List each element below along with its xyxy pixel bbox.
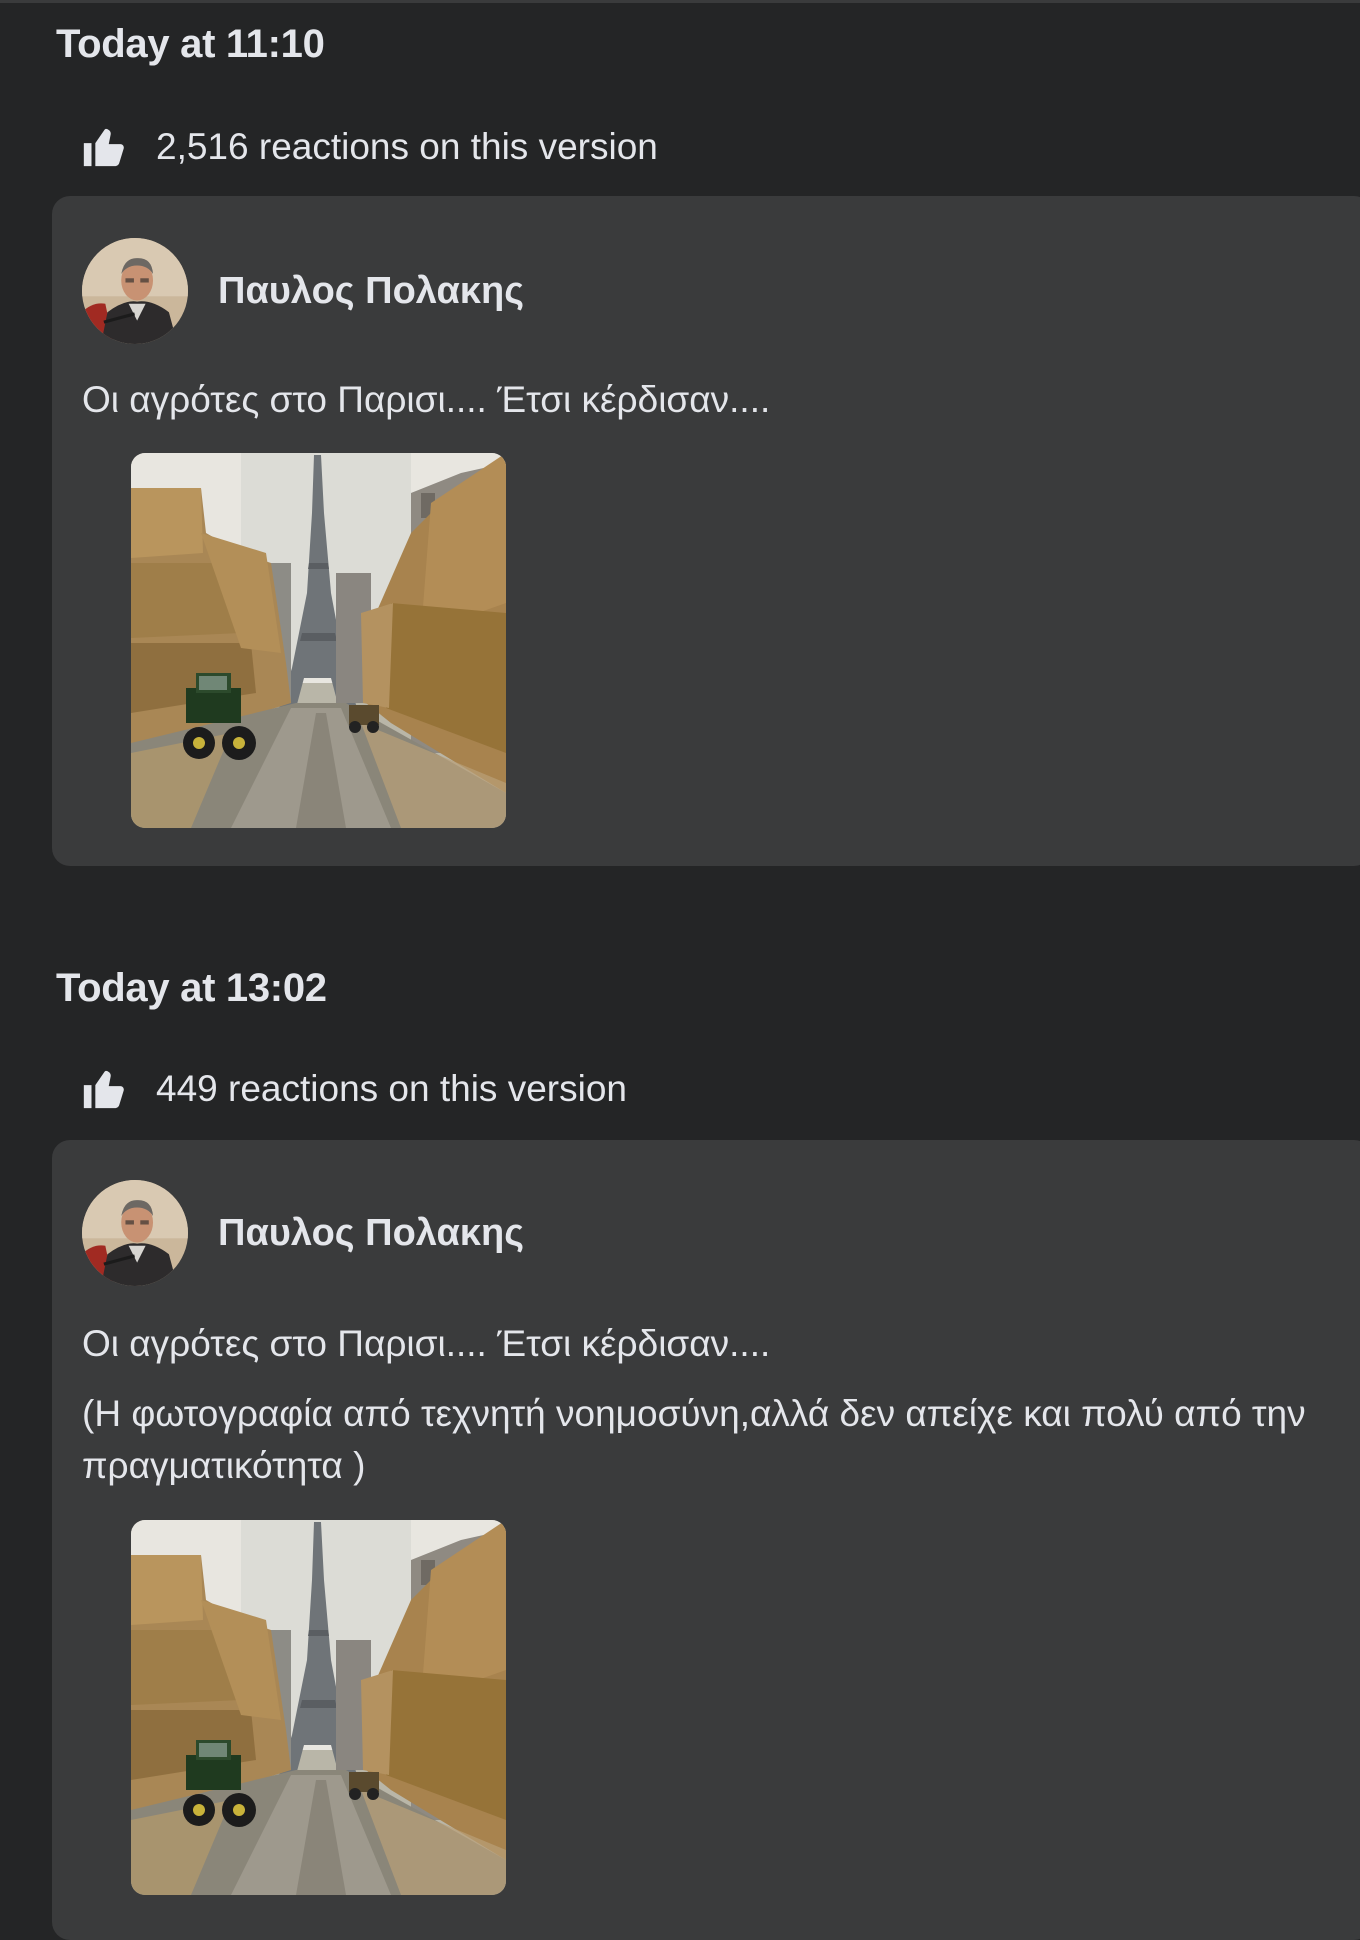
post-text-line: Οι αγρότες στο Παρισι.... Έτσι κέρδισαν.… — [82, 379, 771, 420]
post-text: Οι αγρότες στο Παρισι.... Έτσι κέρδισαν.… — [82, 374, 1322, 426]
post-text-line: Οι αγρότες στο Παρισι.... Έτσι κέρδισαν.… — [82, 1323, 771, 1364]
version-timestamp: Today at 13:02 — [56, 966, 327, 1010]
post-text-line: (Η φωτογραφία από τεχνητή νοημοσύνη,αλλά… — [82, 1393, 1306, 1486]
top-divider — [0, 0, 1360, 3]
avatar[interactable] — [82, 238, 188, 344]
reactions-summary[interactable]: 2,516 reactions on this version — [80, 124, 658, 170]
post-author[interactable]: Παυλος Πολακης — [82, 1180, 524, 1286]
post-author[interactable]: Παυλος Πολακης — [82, 238, 524, 344]
reactions-count: 449 reactions on this version — [156, 1068, 627, 1109]
thumbs-up-icon — [80, 124, 126, 170]
post-image[interactable] — [131, 453, 506, 828]
reactions-count: 2,516 reactions on this version — [156, 126, 658, 167]
avatar[interactable] — [82, 1180, 188, 1286]
post-card: Παυλος Πολακης Οι αγρότες στο Παρισι....… — [52, 196, 1360, 866]
post-card: Παυλος Πολακης Οι αγρότες στο Παρισι....… — [52, 1140, 1360, 1940]
author-name[interactable]: Παυλος Πολακης — [218, 1212, 524, 1255]
post-image[interactable] — [131, 1520, 506, 1895]
version-timestamp: Today at 11:10 — [56, 22, 325, 66]
reactions-summary[interactable]: 449 reactions on this version — [80, 1066, 627, 1112]
post-text: Οι αγρότες στο Παρισι.... Έτσι κέρδισαν.… — [82, 1318, 1322, 1492]
author-name[interactable]: Παυλος Πολακης — [218, 270, 524, 313]
thumbs-up-icon — [80, 1066, 126, 1112]
